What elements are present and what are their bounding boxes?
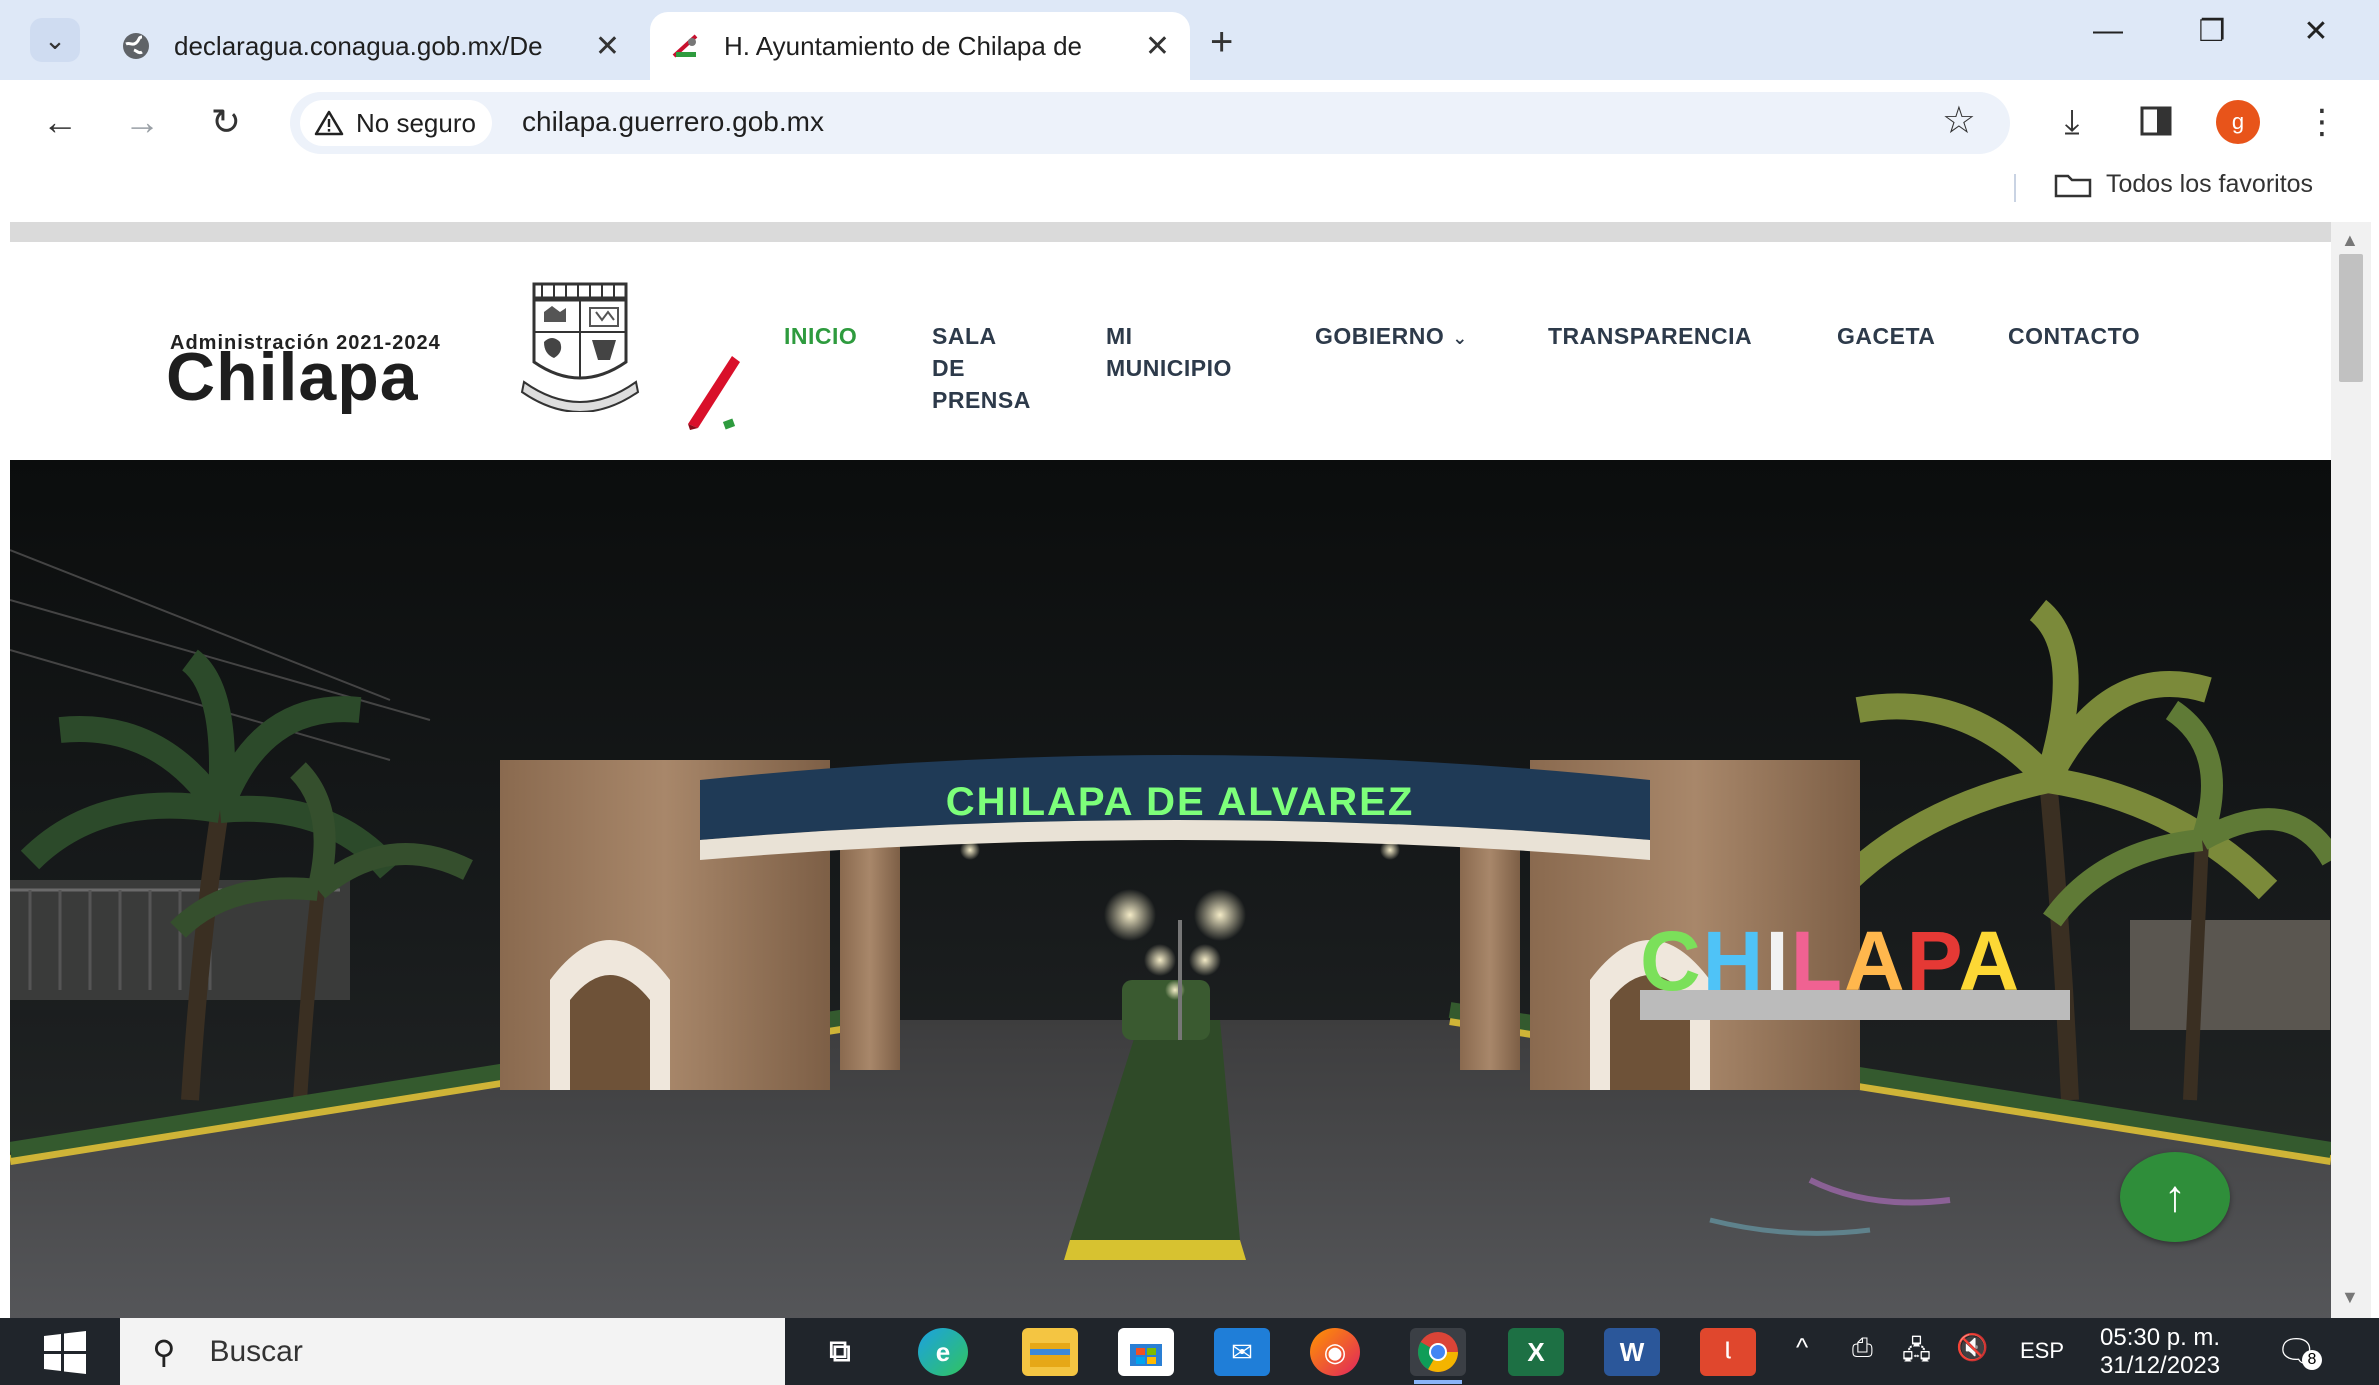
chevron-down-icon: ⌄ [44, 24, 66, 55]
side-panel-icon[interactable] [2130, 96, 2182, 148]
address-bar[interactable]: No seguro chilapa.guerrero.gob.mx ☆ [290, 92, 2010, 154]
brand-mark-icon [688, 356, 740, 430]
arrow-left-icon: ← [42, 101, 78, 142]
firefox-icon[interactable]: ◉ [1310, 1328, 1360, 1376]
security-indicator[interactable]: No seguro [300, 100, 492, 146]
tab-title: declaragua.conagua.gob.mx/De [174, 30, 543, 61]
hero-image: CHILAPA DE ALVAREZ CHILAPA [10, 460, 2331, 1318]
windows-taskbar: ⚲ Buscar ⧉ e ✉ ◉ X W ᶩ ^ ⎙ 🖧 🔇 ESP 05:30… [0, 1318, 2379, 1385]
minimize-button[interactable]: — [2078, 14, 2138, 48]
close-icon[interactable]: ✕ [1145, 29, 1170, 64]
notification-count: 8 [2302, 1350, 2322, 1370]
menu-mi-municipio[interactable]: MI MUNICIPIO [1106, 320, 1232, 384]
close-icon[interactable]: ✕ [595, 29, 620, 64]
bookmark-star-icon[interactable]: ☆ [1942, 98, 1976, 143]
file-explorer-icon[interactable] [1022, 1328, 1078, 1376]
windows-start-icon[interactable] [40, 1330, 90, 1376]
download-icon[interactable]: ⤓ [2046, 96, 2098, 148]
url-text[interactable]: chilapa.guerrero.gob.mx [522, 106, 824, 138]
clock-time: 05:30 p. m. [2100, 1324, 2221, 1351]
globe-icon [123, 33, 149, 59]
profile-avatar[interactable]: g [2216, 100, 2260, 144]
taskbar-search-placeholder: Buscar [209, 1334, 303, 1368]
restore-button[interactable]: ❐ [2182, 14, 2242, 49]
bookmarks-bar: Todos los favoritos [0, 166, 2379, 222]
menu-gaceta[interactable]: GACETA [1837, 320, 1935, 352]
language-indicator[interactable]: ESP [2020, 1338, 2064, 1364]
logo-name[interactable]: Chilapa [166, 338, 419, 416]
browser-toolbar: ← → ↻ No seguro chilapa.guerrero.gob.mx … [0, 80, 2379, 166]
top-band [10, 222, 2331, 242]
meet-now-icon[interactable]: ⎙ [1852, 1332, 1873, 1364]
mail-icon[interactable]: ✉ [1214, 1328, 1270, 1376]
hero-scene: CHILAPA DE ALVAREZ CHILAPA [10, 460, 2331, 1318]
more-menu-icon[interactable]: ⋮ [2296, 96, 2348, 148]
menu-gobierno[interactable]: GOBIERNO ⌄ [1315, 320, 1468, 354]
warning-icon [314, 110, 344, 136]
menu-transparencia[interactable]: TRANSPARENCIA [1548, 320, 1752, 352]
back-button[interactable]: ← [36, 98, 84, 146]
scroll-down-arrow-icon[interactable]: ▼ [2341, 1287, 2359, 1308]
word-icon[interactable]: W [1604, 1328, 1660, 1376]
forward-button[interactable]: → [118, 98, 166, 146]
search-icon: ⚲ [152, 1333, 176, 1370]
chevron-down-icon: ⌄ [1452, 328, 1468, 348]
scrollbar-thumb[interactable] [2339, 254, 2363, 382]
microsoft-store-icon[interactable] [1118, 1328, 1174, 1376]
chrome-active-indicator [1414, 1380, 1462, 1384]
scroll-up-arrow-icon[interactable]: ▲ [2341, 230, 2359, 251]
menu-gobierno-label: GOBIERNO [1315, 323, 1445, 349]
all-bookmarks-button[interactable]: Todos los favoritos [2054, 170, 2313, 199]
taskbar-clock[interactable]: 05:30 p. m. 31/12/2023 [2100, 1324, 2220, 1380]
municipal-logo-icon [672, 34, 698, 58]
acrobat-icon[interactable]: ᶩ [1700, 1328, 1756, 1376]
menu-inicio[interactable]: INICIO [784, 320, 857, 352]
task-view-icon[interactable]: ⧉ [812, 1328, 868, 1376]
excel-icon[interactable]: X [1508, 1328, 1564, 1376]
arrow-right-icon: → [124, 101, 160, 142]
edge-icon[interactable]: e [918, 1328, 968, 1376]
clock-date: 31/12/2023 [2100, 1352, 2221, 1379]
network-icon[interactable]: 🖧 [1902, 1332, 1931, 1376]
show-hidden-icons-icon[interactable]: ^ [1796, 1332, 1808, 1363]
window-close-button[interactable]: ✕ [2286, 14, 2346, 49]
reload-icon: ↻ [210, 101, 242, 142]
bookmarks-separator [2014, 174, 2016, 202]
chrome-icon[interactable] [1410, 1328, 1466, 1376]
arch-sign-text: CHILAPA DE ALVAREZ [946, 780, 1415, 824]
page-scrollbar[interactable]: ▲ ▼ [2331, 222, 2371, 1318]
site-header: Administración 2021-2024 Chilapa INICIO … [10, 242, 2331, 460]
tab-declaragua[interactable]: declaragua.conagua.gob.mx/De ✕ [100, 12, 640, 80]
taskbar-search[interactable]: ⚲ Buscar [120, 1318, 785, 1385]
all-bookmarks-label: Todos los favoritos [2106, 170, 2314, 198]
municipal-crest-icon [520, 282, 640, 412]
tab-strip: ⌄ declaragua.conagua.gob.mx/De ✕ H. Ayun… [0, 0, 2379, 80]
back-to-top-button[interactable]: ↑ [2120, 1152, 2230, 1242]
new-tab-button[interactable]: + [1210, 20, 1233, 65]
volume-muted-icon[interactable]: 🔇 [1956, 1332, 1988, 1363]
page-viewport: Administración 2021-2024 Chilapa INICIO … [10, 222, 2331, 1318]
security-label: No seguro [356, 107, 476, 138]
notifications-icon[interactable]: 🗨 8 [2276, 1332, 2322, 1370]
tab-search-button[interactable]: ⌄ [30, 18, 80, 62]
menu-contacto[interactable]: CONTACTO [2008, 320, 2140, 352]
tab-chilapa[interactable]: H. Ayuntamiento de Chilapa de ✕ [650, 12, 1190, 80]
letters-sign-text: CHILAPA [1640, 914, 2021, 1008]
menu-sala-de-prensa[interactable]: SALA DE PRENSA [932, 320, 1031, 416]
folder-icon [2054, 174, 2092, 197]
reload-button[interactable]: ↻ [202, 98, 250, 146]
tab-title: H. Ayuntamiento de Chilapa de [724, 30, 1082, 61]
